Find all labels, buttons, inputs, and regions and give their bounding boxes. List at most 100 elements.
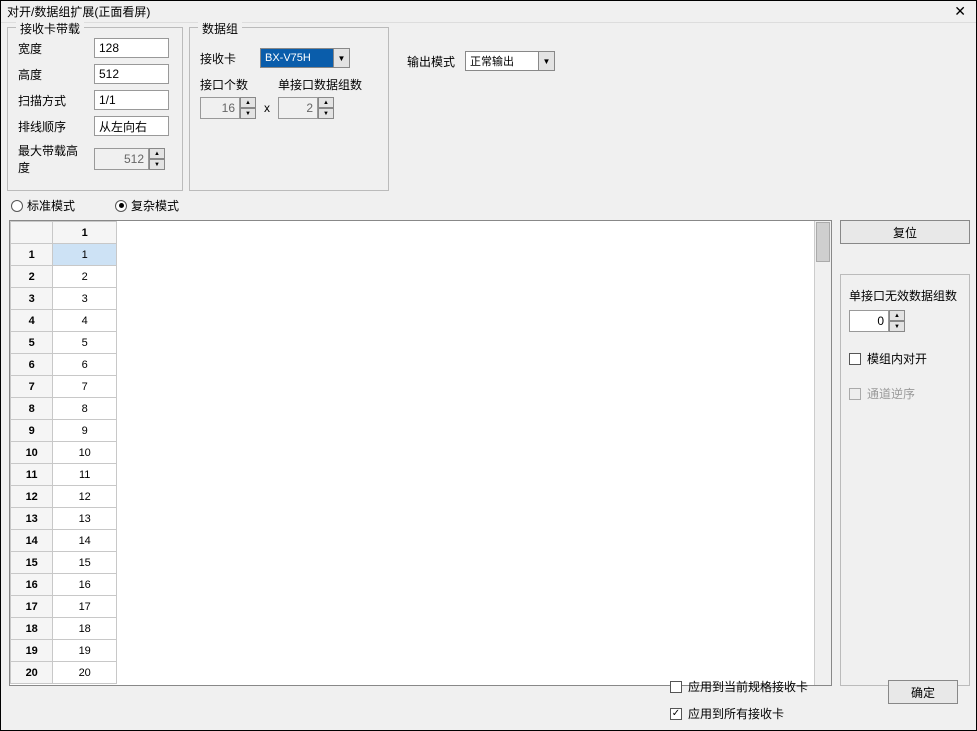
maxh-label: 最大带载高度: [18, 142, 88, 176]
recvcard-value: BX-V75H: [261, 49, 333, 67]
upper-panel: 接收卡带载 宽度 高度 扫描方式 排线顺序 最大带载高度 ▲▼: [1, 23, 976, 191]
scan-input[interactable]: [94, 90, 169, 110]
output-mode-row: 输出模式 正常输出 ▼: [407, 51, 555, 71]
output-mode-select[interactable]: 正常输出 ▼: [465, 51, 555, 71]
checkbox-icon: [670, 708, 682, 720]
maxh-stepper[interactable]: ▲▼: [94, 148, 165, 170]
radio-standard[interactable]: 标准模式: [11, 197, 75, 214]
row-header[interactable]: 6: [11, 354, 53, 376]
grid-cell[interactable]: 14: [53, 530, 117, 552]
grid-table: 1112233445566778899101011111212131314141…: [10, 221, 117, 684]
row-header[interactable]: 4: [11, 310, 53, 332]
grid-cell[interactable]: 3: [53, 288, 117, 310]
groups-value: [278, 97, 318, 119]
row-header[interactable]: 1: [11, 244, 53, 266]
checkbox-module-split[interactable]: 模组内对开: [849, 350, 961, 367]
height-input[interactable]: [94, 64, 169, 84]
chevron-down-icon[interactable]: ▼: [318, 108, 334, 119]
row-header[interactable]: 5: [11, 332, 53, 354]
grid-cell[interactable]: 11: [53, 464, 117, 486]
chevron-down-icon[interactable]: ▼: [149, 159, 165, 170]
ports-label: 接口个数: [200, 76, 248, 93]
footer: 应用到当前规格接收卡 应用到所有接收卡 确定: [1, 678, 976, 722]
grid-cell[interactable]: 13: [53, 508, 117, 530]
checkbox-apply-current[interactable]: 应用到当前规格接收卡: [670, 678, 808, 695]
grid-cell[interactable]: 18: [53, 618, 117, 640]
row-header[interactable]: 17: [11, 596, 53, 618]
grid-cell[interactable]: 12: [53, 486, 117, 508]
row-header[interactable]: 10: [11, 442, 53, 464]
scrollbar-vertical[interactable]: [814, 221, 831, 685]
grid-cell[interactable]: 15: [53, 552, 117, 574]
fieldset-data-group: 数据组 接收卡 BX-V75H ▼ 接口个数 ▲▼: [189, 27, 389, 191]
ports-value: [200, 97, 240, 119]
radio-complex[interactable]: 复杂模式: [115, 197, 179, 214]
row-header[interactable]: 9: [11, 420, 53, 442]
grid-cell[interactable]: 7: [53, 376, 117, 398]
ok-button[interactable]: 确定: [888, 680, 958, 704]
wire-label: 排线顺序: [18, 118, 88, 135]
invalid-groups-value[interactable]: [849, 310, 889, 332]
scan-label: 扫描方式: [18, 92, 88, 109]
maxh-value: [94, 148, 149, 170]
channel-reverse-label: 通道逆序: [867, 385, 915, 402]
titlebar: 对开/数据组扩展(正面看屏) ✕: [1, 1, 976, 23]
checkbox-icon: [849, 388, 861, 400]
row-header[interactable]: 16: [11, 574, 53, 596]
grid-cell[interactable]: 5: [53, 332, 117, 354]
row-header[interactable]: 19: [11, 640, 53, 662]
groups-stepper[interactable]: ▲▼: [278, 97, 334, 119]
grid-cell[interactable]: 4: [53, 310, 117, 332]
fieldset-recv-card: 接收卡带载 宽度 高度 扫描方式 排线顺序 最大带载高度 ▲▼: [7, 27, 183, 191]
recvcard-select[interactable]: BX-V75H ▼: [260, 48, 350, 68]
grid-cell[interactable]: 6: [53, 354, 117, 376]
row-header[interactable]: 8: [11, 398, 53, 420]
grid-cell[interactable]: 16: [53, 574, 117, 596]
scrollbar-thumb[interactable]: [816, 222, 830, 262]
row-header[interactable]: 7: [11, 376, 53, 398]
radio-icon: [11, 200, 23, 212]
close-icon[interactable]: ✕: [950, 3, 970, 20]
row-header[interactable]: 11: [11, 464, 53, 486]
wire-input[interactable]: [94, 116, 169, 136]
ports-stepper[interactable]: ▲▼: [200, 97, 256, 119]
chevron-up-icon[interactable]: ▲: [240, 97, 256, 108]
grid-cell[interactable]: 17: [53, 596, 117, 618]
dialog-window: 对开/数据组扩展(正面看屏) ✕ 接收卡带载 宽度 高度 扫描方式 排线顺序: [0, 0, 977, 731]
row-header[interactable]: 3: [11, 288, 53, 310]
chevron-up-icon[interactable]: ▲: [149, 148, 165, 159]
chevron-down-icon[interactable]: ▼: [333, 49, 349, 67]
row-header[interactable]: 14: [11, 530, 53, 552]
row-header[interactable]: 18: [11, 618, 53, 640]
invalid-groups-label: 单接口无效数据组数: [849, 287, 961, 304]
grid-cell[interactable]: 2: [53, 266, 117, 288]
row-header[interactable]: 15: [11, 552, 53, 574]
checkbox-channel-reverse: 通道逆序: [849, 385, 961, 402]
right-panel: 复位 单接口无效数据组数 ▲▼ 模组内对开 通道逆序: [840, 220, 970, 686]
data-grid[interactable]: 1112233445566778899101011111212131314141…: [9, 220, 832, 686]
invalid-groups-stepper[interactable]: ▲▼: [849, 310, 961, 332]
chevron-up-icon[interactable]: ▲: [318, 97, 334, 108]
reset-button[interactable]: 复位: [840, 220, 970, 244]
output-mode-label: 输出模式: [407, 53, 455, 70]
width-input[interactable]: [94, 38, 169, 58]
chevron-down-icon[interactable]: ▼: [240, 108, 256, 119]
row-header[interactable]: 2: [11, 266, 53, 288]
chevron-down-icon[interactable]: ▼: [538, 52, 554, 70]
grid-cell[interactable]: 1: [53, 244, 117, 266]
apply-all-label: 应用到所有接收卡: [688, 705, 784, 722]
grid-cell[interactable]: 19: [53, 640, 117, 662]
apply-current-label: 应用到当前规格接收卡: [688, 678, 808, 695]
grid-cell[interactable]: 10: [53, 442, 117, 464]
module-split-label: 模组内对开: [867, 350, 927, 367]
checkbox-apply-all[interactable]: 应用到所有接收卡: [670, 705, 808, 722]
chevron-up-icon[interactable]: ▲: [889, 310, 905, 321]
height-label: 高度: [18, 66, 88, 83]
chevron-down-icon[interactable]: ▼: [889, 321, 905, 332]
checkbox-icon: [670, 681, 682, 693]
legend-dg: 数据组: [198, 20, 242, 37]
row-header[interactable]: 13: [11, 508, 53, 530]
grid-cell[interactable]: 8: [53, 398, 117, 420]
row-header[interactable]: 12: [11, 486, 53, 508]
grid-cell[interactable]: 9: [53, 420, 117, 442]
